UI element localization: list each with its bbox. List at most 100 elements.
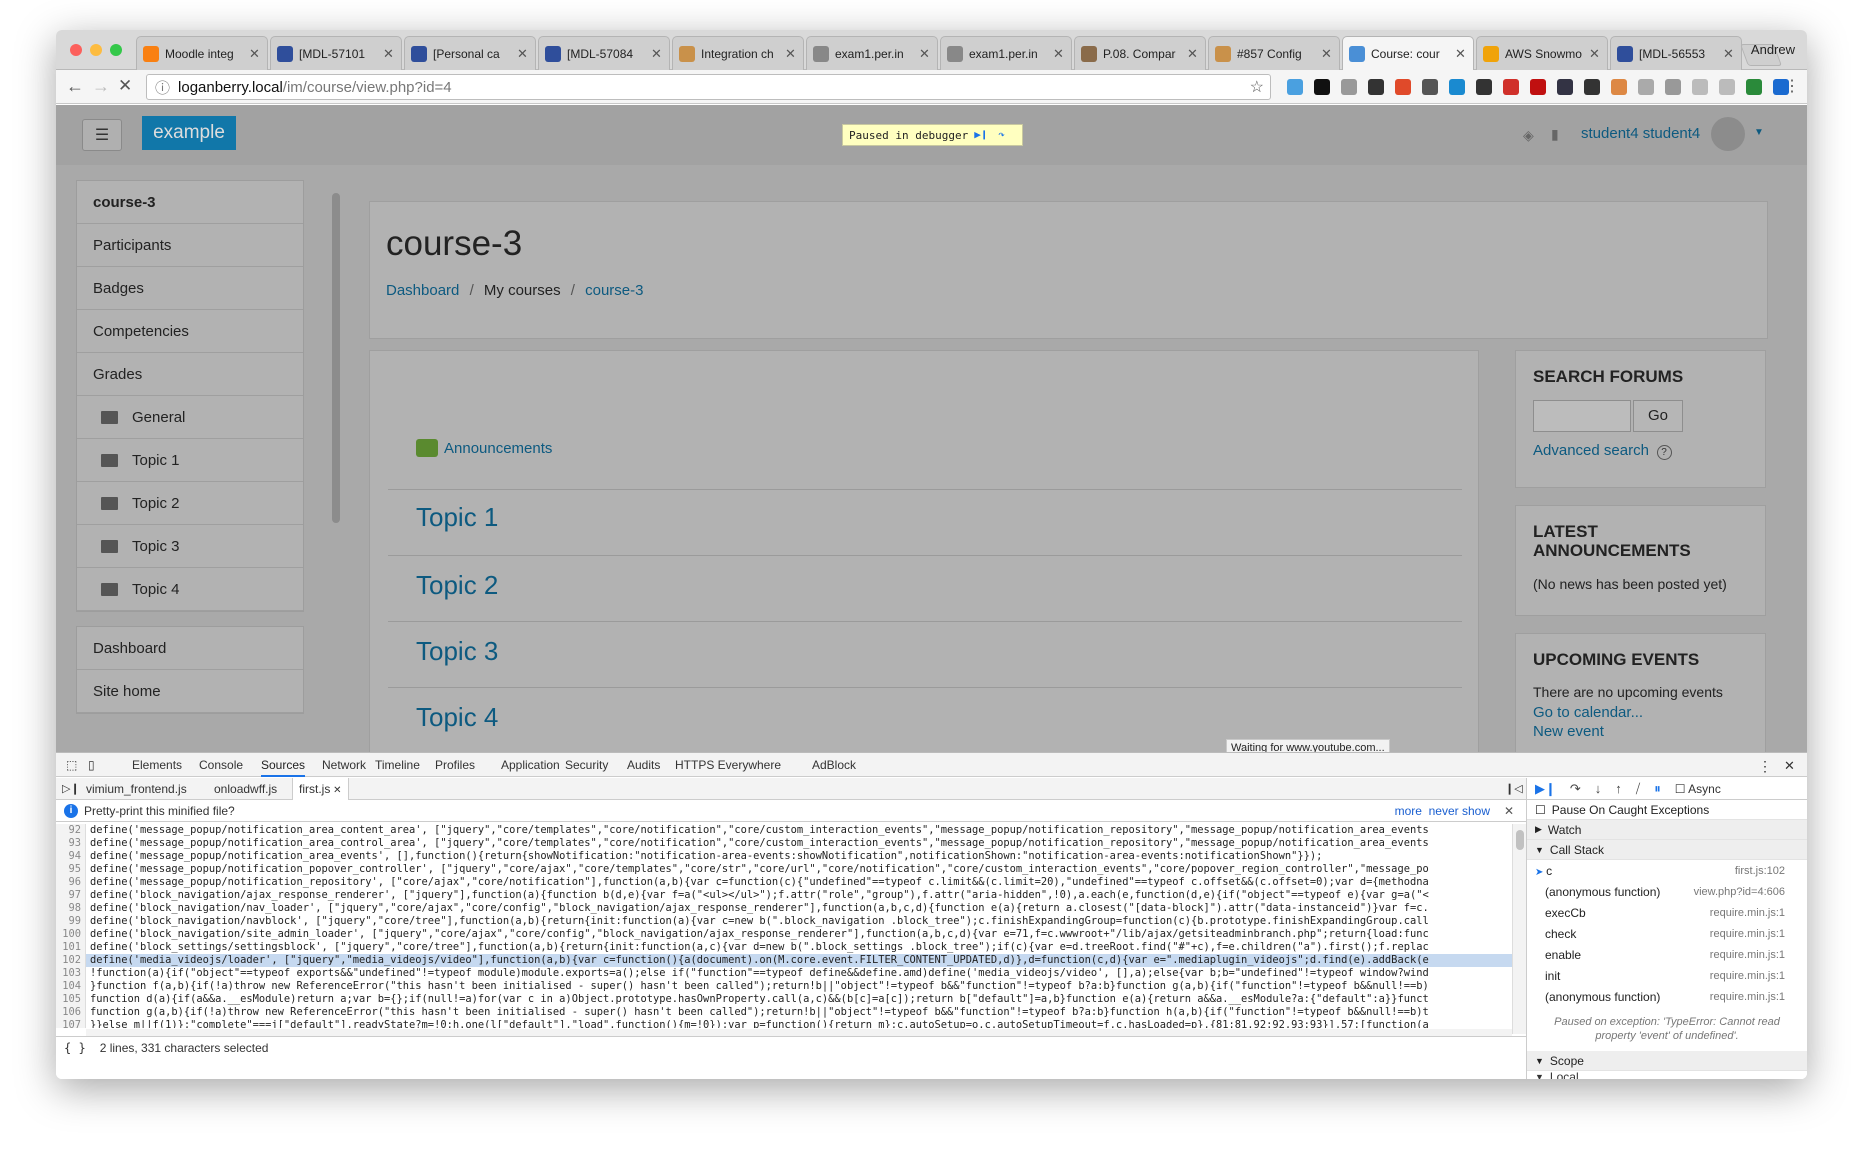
devtools-menu-icon[interactable]: ⋮ — [1758, 758, 1772, 775]
profile-name[interactable]: Andrew — [1751, 42, 1795, 57]
stop-icon[interactable]: ✕ — [118, 76, 132, 96]
code-line[interactable]: 92 define('message_popup/notification_are… — [56, 824, 1512, 837]
code-line[interactable]: 100 define('block_navigation/site_admin_l… — [56, 928, 1512, 941]
pause-on-exceptions-icon[interactable]: ⏸ — [1654, 781, 1661, 797]
extension-icon[interactable] — [1449, 79, 1465, 95]
debugger-toggle-icon[interactable]: ❙◁ — [1505, 782, 1523, 795]
code-line[interactable]: 94 define('message_popup/notification_are… — [56, 850, 1512, 863]
topic-3-title[interactable]: Topic 3 — [388, 621, 1462, 667]
close-tab-icon[interactable]: ✕ — [383, 46, 395, 62]
drawer-item[interactable]: course-3 — [77, 181, 303, 224]
message-icon[interactable]: ▮ — [1551, 126, 1559, 143]
devtools-tab[interactable]: Elements — [132, 758, 182, 772]
device-toolbar-icon[interactable]: ▯ — [88, 758, 95, 772]
frame-location[interactable]: require.min.js:1 — [1710, 991, 1785, 1003]
pretty-print-icon[interactable]: { } — [64, 1041, 86, 1055]
drawer-item[interactable]: Competencies — [77, 310, 303, 353]
drawer-item[interactable]: Grades — [77, 353, 303, 396]
call-frame[interactable]: check require.min.js:1 — [1527, 923, 1807, 944]
code-editor[interactable]: 92 define('message_popup/notification_are… — [56, 824, 1512, 1028]
extension-icon[interactable] — [1746, 79, 1762, 95]
code-line[interactable]: 104}function f(a,b){if(!a)throw new Refe… — [56, 980, 1512, 993]
line-number[interactable]: 93 — [56, 837, 86, 850]
extension-icon[interactable] — [1422, 79, 1438, 95]
line-number[interactable]: 104 — [56, 980, 86, 993]
call-stack-section[interactable]: ▼ Call Stack — [1527, 840, 1807, 860]
bookmark-star-icon[interactable]: ☆ — [1250, 77, 1264, 97]
extension-icon[interactable] — [1557, 79, 1573, 95]
close-devtools-icon[interactable]: ✕ — [1784, 758, 1795, 774]
drawer-site-item[interactable]: Dashboard — [77, 627, 303, 670]
browser-tab[interactable]: [MDL-56553 ✕ — [1610, 36, 1742, 70]
call-frame[interactable]: enable require.min.js:1 — [1527, 944, 1807, 965]
close-tab-icon[interactable]: ✕ — [785, 46, 797, 62]
devtools-tab[interactable]: Sources — [261, 758, 306, 777]
close-tab-icon[interactable]: ✕ — [517, 46, 529, 62]
call-frame[interactable]: execCb require.min.js:1 — [1527, 902, 1807, 923]
drawer-section-item[interactable]: Topic 1 — [77, 439, 303, 482]
browser-tab[interactable]: AWS Snowmo ✕ — [1476, 36, 1608, 70]
drawer-item[interactable]: Badges — [77, 267, 303, 310]
topic-2-title[interactable]: Topic 2 — [388, 555, 1462, 601]
menu-icon[interactable]: ⋮ — [1784, 76, 1800, 96]
browser-tab[interactable]: [Personal ca ✕ — [404, 36, 536, 70]
extension-icon[interactable] — [1395, 79, 1411, 95]
extension-icon[interactable] — [1314, 79, 1330, 95]
search-forums-input[interactable] — [1533, 400, 1631, 432]
frame-location[interactable]: view.php?id=4:606 — [1694, 886, 1785, 898]
topic-1-title[interactable]: Topic 1 — [388, 489, 1462, 533]
code-line[interactable]: 101 define('block_settings/settingsblock'… — [56, 941, 1512, 954]
pause-caught-checkbox[interactable]: ☐ Pause On Caught Exceptions — [1527, 800, 1807, 820]
call-frame[interactable]: (anonymous function) require.min.js:1 — [1527, 986, 1807, 1007]
extension-icon[interactable] — [1611, 79, 1627, 95]
code-vertical-scrollbar[interactable] — [1512, 824, 1526, 1034]
close-tab-icon[interactable]: ✕ — [1187, 46, 1199, 62]
more-link[interactable]: more — [1395, 804, 1422, 818]
drawer-section-item[interactable]: General — [77, 396, 303, 439]
browser-tab[interactable]: [MDL-57084 ✕ — [538, 36, 670, 70]
line-number[interactable]: 103 — [56, 967, 86, 980]
step-out-icon[interactable]: ↑ — [1615, 781, 1622, 796]
never-show-link[interactable]: never show — [1429, 804, 1490, 818]
async-checkbox[interactable]: ☐ Async — [1675, 782, 1721, 796]
line-number[interactable]: 97 — [56, 889, 86, 902]
close-infobar-icon[interactable]: ✕ — [1504, 804, 1514, 818]
extension-icon[interactable] — [1638, 79, 1654, 95]
site-brand[interactable]: example — [142, 116, 236, 150]
extension-icon[interactable] — [1530, 79, 1546, 95]
announcements-link[interactable]: Announcements — [416, 439, 552, 457]
deactivate-breakpoints-icon[interactable]: ⧸ — [1636, 781, 1640, 797]
close-tab-icon[interactable]: ✕ — [1723, 46, 1735, 62]
drawer-toggle-button[interactable]: ☰ — [82, 119, 122, 151]
resume-icon[interactable]: ▶❙ — [1535, 781, 1556, 797]
call-frame[interactable]: ➤ c first.js:102 — [1527, 860, 1807, 881]
devtools-tab[interactable]: Profiles — [435, 758, 475, 772]
line-number[interactable]: 96 — [56, 876, 86, 889]
line-number[interactable]: 105 — [56, 993, 86, 1006]
code-line[interactable]: 95 define('message_popup/notification_pop… — [56, 863, 1512, 876]
devtools-tab[interactable]: HTTPS Everywhere — [675, 758, 781, 772]
go-button[interactable]: Go — [1633, 400, 1683, 432]
line-number[interactable]: 100 — [56, 928, 86, 941]
extension-icon[interactable] — [1665, 79, 1681, 95]
code-line[interactable]: 106 function g(a,b){if(!a)throw new Refer… — [56, 1006, 1512, 1019]
forward-button[interactable]: → — [92, 76, 110, 97]
frame-location[interactable]: first.js:102 — [1735, 865, 1785, 877]
browser-tab[interactable]: exam1.per.in ✕ — [806, 36, 938, 70]
drawer-section-item[interactable]: Topic 4 — [77, 568, 303, 611]
frame-location[interactable]: require.min.js:1 — [1710, 949, 1785, 961]
local-scope[interactable]: ▼ Local — [1527, 1071, 1807, 1079]
code-line[interactable]: 93 define('message_popup/notification_are… — [56, 837, 1512, 850]
line-number[interactable]: 106 — [56, 1006, 86, 1019]
breadcrumb-course[interactable]: course-3 — [585, 282, 643, 299]
step-over-icon[interactable]: ↷ — [998, 128, 1016, 142]
code-line[interactable]: 103 !function(a){if("object"==typeof expo… — [56, 967, 1512, 980]
step-into-icon[interactable]: ↓ — [1595, 781, 1602, 796]
code-line[interactable]: 102 define('media_videojs/loader', ["jque… — [56, 954, 1512, 967]
new-event-link[interactable]: New event — [1533, 723, 1748, 740]
frame-location[interactable]: require.min.js:1 — [1710, 928, 1785, 940]
browser-tab[interactable]: Moodle integ ✕ — [136, 36, 268, 70]
frame-location[interactable]: require.min.js:1 — [1710, 970, 1785, 982]
line-number[interactable]: 94 — [56, 850, 86, 863]
breadcrumb-dashboard[interactable]: Dashboard — [386, 282, 459, 299]
